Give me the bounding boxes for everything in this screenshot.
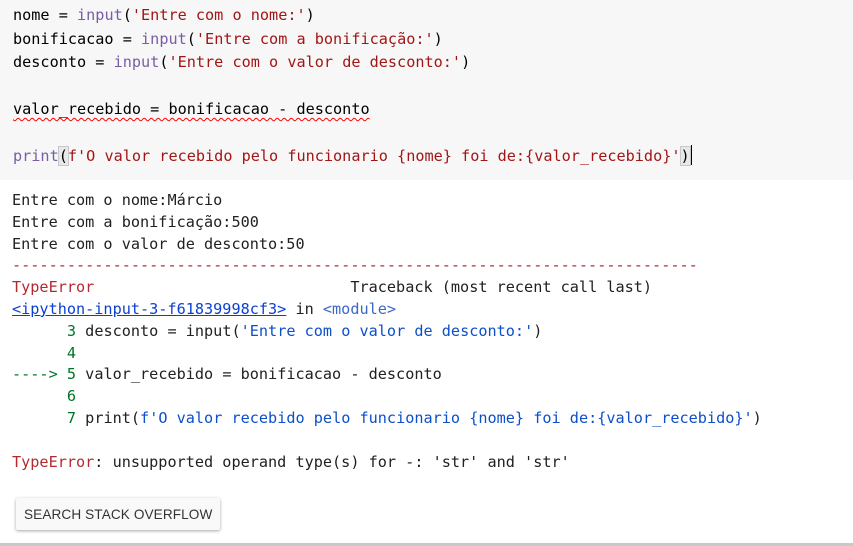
in-word: in	[286, 299, 323, 318]
var-name: nome	[13, 6, 50, 24]
trace-line-7: 7 print(f'O valor recebido pelo funciona…	[12, 408, 853, 430]
line-number: 7	[66, 408, 77, 427]
string-literal: 'Entre com o valor de desconto:'	[168, 53, 462, 71]
var-name: desconto	[13, 53, 87, 71]
trace-line-5: ----> 5 valor_recebido = bonificacao - d…	[12, 364, 853, 386]
traceback-label: Traceback (most recent call last)	[350, 278, 653, 297]
traceback-header: TypeError Traceback (most recent call la…	[12, 277, 853, 299]
trace-arrow: ---->	[12, 365, 67, 384]
traceback-location: <ipython-input-3-f61839998cf3> in <modul…	[12, 299, 853, 321]
paren: )	[461, 53, 471, 71]
code-cell-editor[interactable]: nome = input('Entre com o nome:') bonifi…	[0, 0, 853, 180]
code-line-assignment[interactable]: valor_recebido = bonificacao - desconto	[13, 98, 841, 122]
trace-code: desconto = input(	[76, 321, 241, 340]
code-line-1[interactable]: nome = input('Entre com o nome:')	[13, 4, 841, 28]
module-text: <module>	[322, 299, 397, 318]
trace-line-4: 4	[12, 343, 853, 365]
code-line-3[interactable]: desconto = input('Entre com o valor de d…	[13, 51, 841, 75]
line-number: 6	[66, 387, 77, 406]
output-prompt-1: Entre com o nome:Márcio	[12, 191, 223, 209]
trace-line-6: 6	[12, 386, 853, 408]
paren: )	[433, 29, 443, 48]
code-line-print[interactable]: print(f'O valor recebido pelo funcionari…	[13, 145, 841, 169]
trace-string: 'Entre com o valor de desconto:'	[240, 321, 534, 340]
paren: (	[186, 29, 196, 48]
trace-code: valor_recebido = bonificacao - desconto	[76, 365, 442, 384]
text-cursor	[690, 145, 692, 165]
trace-end: )	[533, 321, 543, 340]
trace-prefix	[12, 409, 67, 427]
builtin-fn: input	[77, 6, 123, 24]
code-line-blank[interactable]	[13, 122, 841, 146]
trace-prefix	[12, 344, 67, 362]
line-number: 3	[66, 321, 77, 340]
trace-prefix	[12, 387, 67, 405]
assignment-statement: valor_recebido = bonificacao - desconto	[13, 100, 370, 118]
builtin-fn: input	[141, 29, 187, 48]
line-number: 4	[66, 343, 77, 362]
operator: =	[113, 29, 142, 48]
ipython-input-link[interactable]: <ipython-input-3-f61839998cf3>	[12, 300, 286, 318]
output-prompt-2: Entre com a bonificação:500	[12, 212, 259, 231]
cell-output: Entre com o nome:Márcio Entre com a boni…	[0, 190, 853, 473]
trace-end: )	[752, 408, 762, 427]
var-name: bonificacao	[13, 29, 114, 48]
code-line-blank[interactable]	[13, 75, 841, 99]
trace-string: f'O valor recebido pelo funcionario {nom…	[140, 408, 753, 427]
fstring-literal: f'O valor recebido pelo funcionario {nom…	[67, 147, 681, 165]
final-error-name: TypeError	[12, 452, 95, 471]
trace-prefix	[12, 322, 67, 340]
traceback-separator: ----------------------------------------…	[12, 256, 698, 275]
line-number: 5	[66, 365, 77, 384]
string-literal: 'Entre com a bonificação:'	[195, 29, 434, 48]
trace-code: print(	[76, 408, 141, 427]
final-error-message: : unsupported operand type(s) for -: 'st…	[94, 452, 570, 471]
search-stack-overflow-button[interactable]: SEARCH STACK OVERFLOW	[16, 498, 221, 530]
paren-highlight: (	[57, 146, 69, 166]
print-fn: print	[13, 147, 59, 165]
code-line-2[interactable]: bonificacao = input('Entre com a bonific…	[13, 28, 841, 52]
output-prompt-3: Entre com o valor de desconto:50	[12, 234, 305, 253]
paren: (	[122, 6, 132, 24]
paren: )	[305, 6, 315, 24]
error-type: TypeError	[12, 278, 95, 297]
operator: =	[49, 6, 78, 24]
paren-highlight: )	[679, 146, 691, 166]
operator: =	[86, 53, 114, 71]
final-error: TypeError: unsupported operand type(s) f…	[12, 452, 853, 474]
string-literal: 'Entre com o nome:'	[131, 6, 306, 24]
trace-line-3: 3 desconto = input('Entre com o valor de…	[12, 321, 853, 343]
builtin-fn: input	[113, 53, 160, 71]
